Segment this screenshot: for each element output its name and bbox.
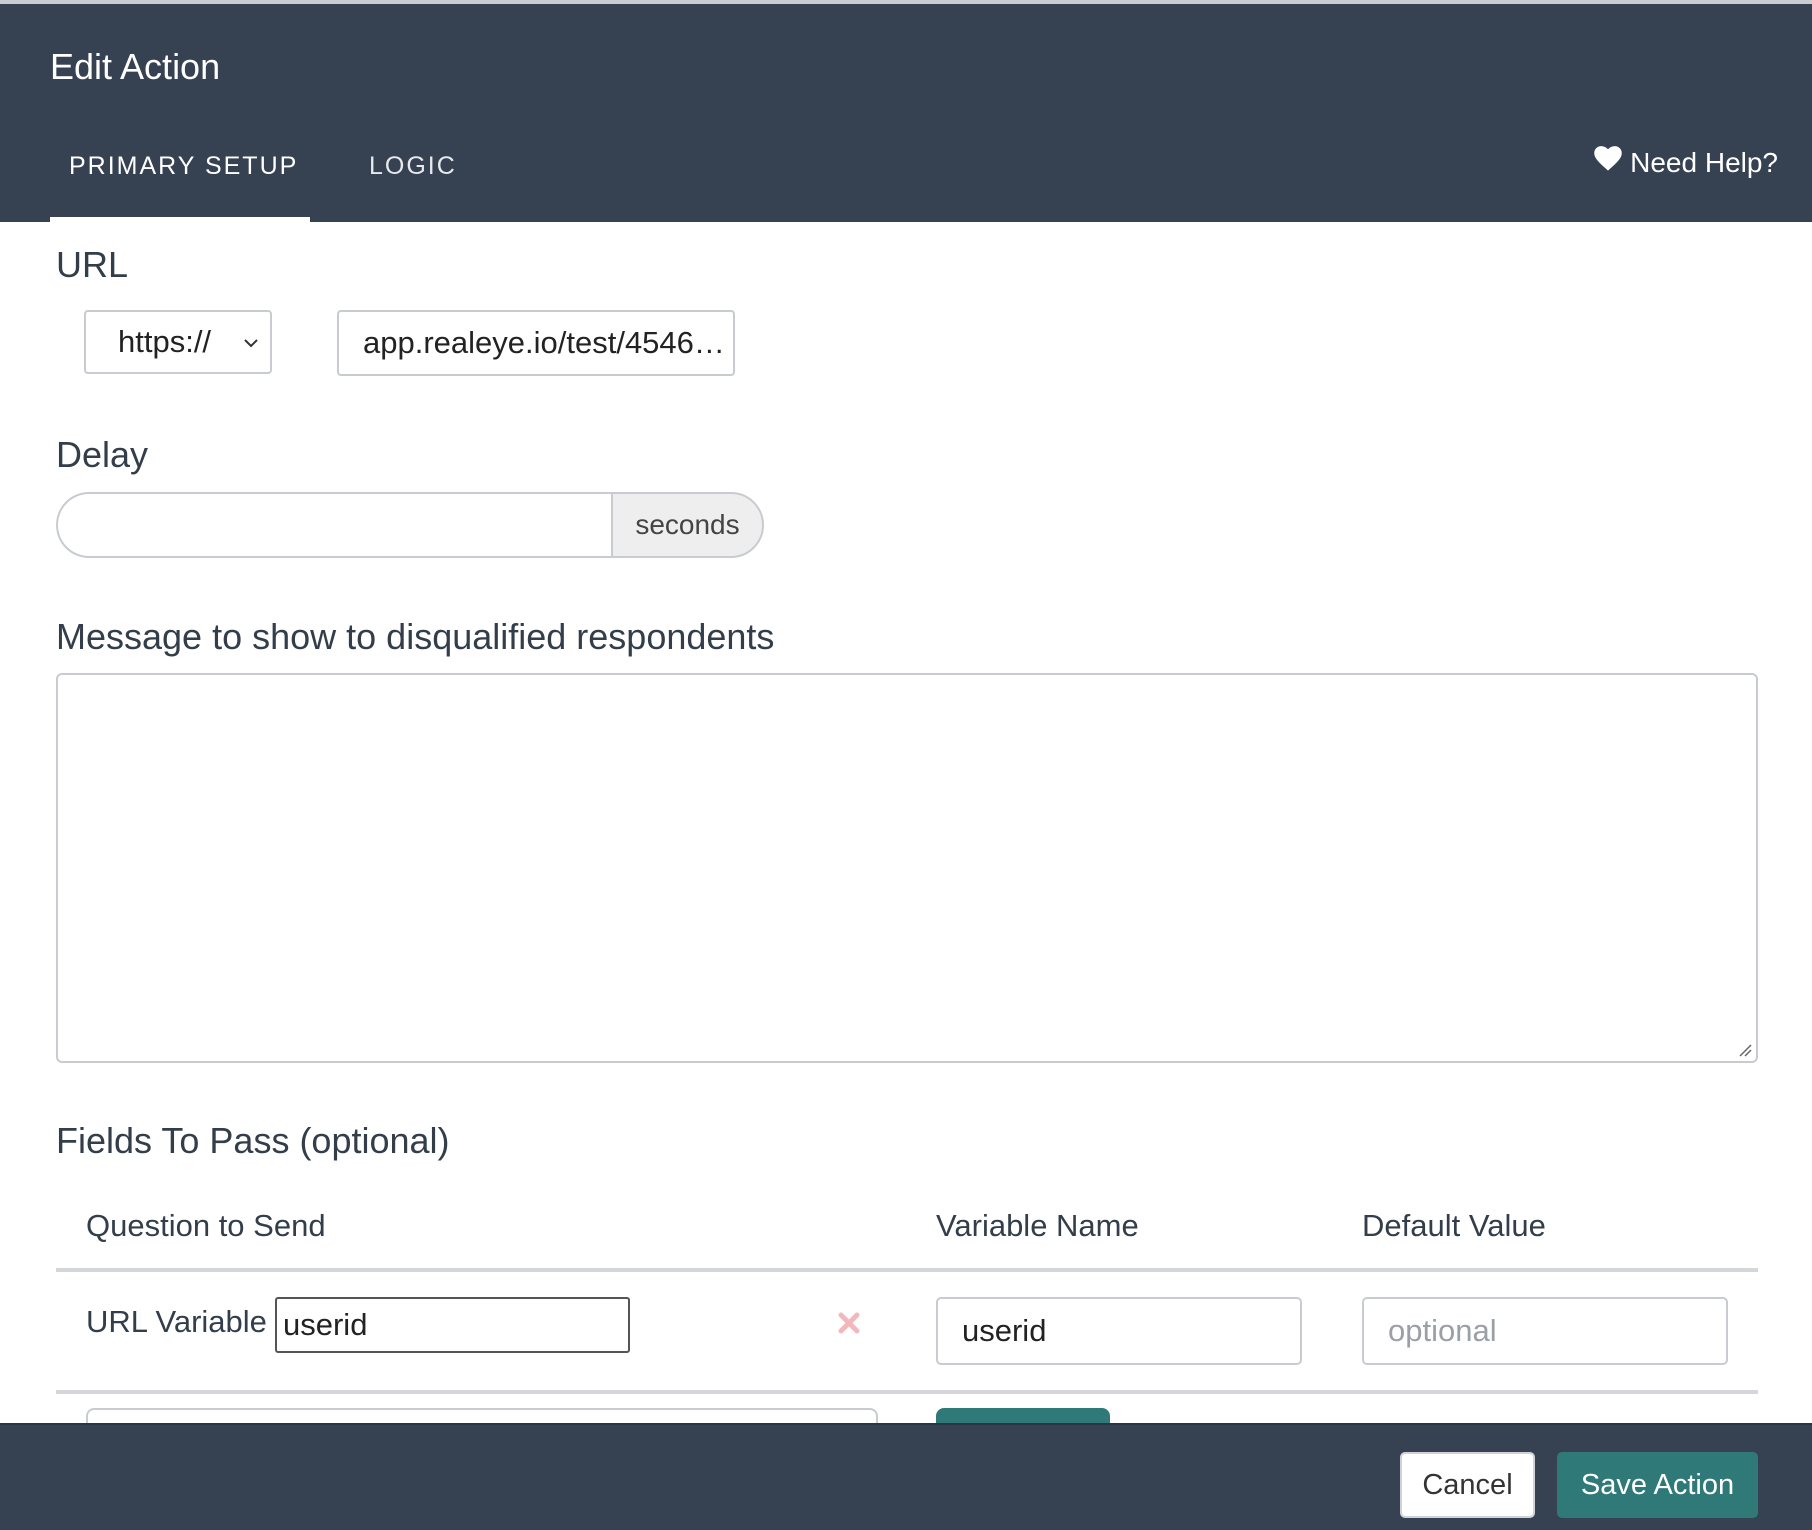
modal-header: Edit Action PRIMARY SETUP LOGIC Need Hel…	[0, 4, 1812, 223]
tab-primary-setup[interactable]: PRIMARY SETUP	[69, 152, 298, 181]
table-header-divider	[56, 1268, 1758, 1272]
cancel-button[interactable]: Cancel	[1400, 1452, 1535, 1518]
need-help-link[interactable]: Need Help?	[1594, 146, 1778, 179]
url-label: URL	[56, 244, 129, 285]
column-header-default-value: Default Value	[1362, 1208, 1546, 1243]
delay-input[interactable]	[56, 492, 612, 558]
fields-to-pass-label: Fields To Pass (optional)	[56, 1120, 450, 1161]
active-tab-indicator	[50, 217, 310, 223]
remove-row-icon[interactable]	[836, 1310, 862, 1336]
modal-title: Edit Action	[50, 46, 221, 87]
tab-logic[interactable]: LOGIC	[369, 152, 457, 181]
resize-handle-icon[interactable]	[1736, 1041, 1752, 1057]
protocol-select-value: https://	[118, 324, 212, 359]
url-variable-input[interactable]: userid	[275, 1297, 630, 1353]
table-row-divider	[56, 1390, 1758, 1394]
column-header-variable-name: Variable Name	[936, 1208, 1139, 1243]
message-label: Message to show to disqualified responde…	[56, 616, 775, 657]
url-input[interactable]: app.realeye.io/test/4546…	[337, 310, 735, 376]
default-value-input[interactable]: optional	[1362, 1297, 1728, 1365]
need-help-label: Need Help?	[1630, 146, 1778, 178]
protocol-select[interactable]: https://	[84, 310, 272, 374]
message-textarea[interactable]	[56, 673, 1758, 1063]
heart-icon	[1594, 146, 1622, 179]
column-header-question: Question to Send	[86, 1208, 326, 1243]
save-action-button[interactable]: Save Action	[1557, 1452, 1758, 1518]
modal-footer	[0, 1423, 1812, 1530]
row-type-label: URL Variable	[86, 1304, 267, 1339]
delay-label: Delay	[56, 434, 149, 475]
delay-unit-addon: seconds	[611, 492, 764, 558]
variable-name-input[interactable]: userid	[936, 1297, 1302, 1365]
chevron-down-icon	[244, 339, 258, 348]
